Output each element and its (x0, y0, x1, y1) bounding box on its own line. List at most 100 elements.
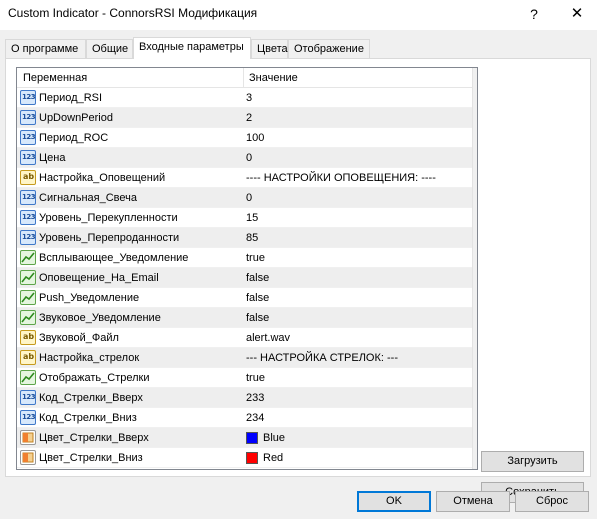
integer-type-icon: 123 (20, 130, 36, 145)
parameter-value[interactable]: true (246, 372, 265, 384)
tab-colors[interactable]: Цвета (251, 39, 288, 58)
color-swatch[interactable] (246, 452, 258, 464)
parameter-value[interactable]: false (246, 292, 269, 304)
title-bar: Custom Indicator - ConnorsRSI Модификаци… (0, 0, 597, 30)
parameter-name: Push_Уведомление (39, 292, 140, 304)
parameter-name: Всплывающее_Уведомление (39, 252, 189, 264)
integer-type-icon: 123 (20, 230, 36, 245)
parameter-value[interactable]: Red (263, 452, 283, 464)
parameter-value[interactable]: false (246, 272, 269, 284)
parameter-value[interactable]: 3 (246, 92, 252, 104)
boolean-type-icon (20, 250, 36, 265)
parameter-name: Уровень_Перекупленности (39, 212, 178, 224)
parameter-value[interactable]: 234 (246, 412, 264, 424)
boolean-type-icon (20, 310, 36, 325)
parameter-row[interactable]: 123 Уровень_Перепроданности 85 (17, 228, 472, 248)
parameter-row[interactable]: 123 Код_Стрелки_Вверх 233 (17, 388, 472, 408)
integer-type-icon-label: 123 (22, 393, 36, 401)
integer-type-icon: 123 (20, 110, 36, 125)
tab-about[interactable]: О программе (5, 39, 86, 58)
parameters-grid-body: Переменная Значение 123 Период_RSI 3 123 UpD… (17, 68, 472, 469)
column-header-value[interactable]: Значение (249, 72, 298, 84)
tab-inputs[interactable]: Входные параметры (133, 37, 251, 59)
cancel-button[interactable]: Отмена (436, 491, 510, 512)
parameter-value[interactable]: 15 (246, 212, 258, 224)
parameter-row[interactable]: 123 Сигнальная_Свеча 0 (17, 188, 472, 208)
parameter-name: UpDownPeriod (39, 112, 113, 124)
parameter-row[interactable]: 123 Период_ROC 100 (17, 128, 472, 148)
parameter-value[interactable]: 0 (246, 152, 252, 164)
boolean-type-icon (20, 370, 36, 385)
parameter-row[interactable]: 123 Цена 0 (17, 148, 472, 168)
parameter-name: Звуковой_Файл (39, 332, 119, 344)
inputs-panel: Переменная Значение 123 Период_RSI 3 123 UpD… (5, 58, 591, 503)
parameter-row[interactable]: 123 UpDownPeriod 2 (17, 108, 472, 128)
help-button[interactable]: ? (522, 3, 546, 25)
string-type-icon: ab (20, 350, 36, 365)
parameter-row[interactable]: ab Звуковой_Файл alert.wav (17, 328, 472, 348)
parameter-row[interactable]: 123 Уровень_Перекупленности 15 (17, 208, 472, 228)
window-title: Custom Indicator - ConnorsRSI Модификаци… (8, 6, 258, 20)
parameter-row[interactable]: Оповещение_На_Email false (17, 268, 472, 288)
parameter-row[interactable]: ab Настройка_стрелок --- НАСТРОЙКА СТРЕЛОК… (17, 348, 472, 368)
parameter-row[interactable]: ab Настройка_Оповещений ---- НАСТРОЙКИ ОПО… (17, 168, 472, 188)
reset-button[interactable]: Сброс (515, 491, 589, 512)
parameter-name: Настройка_стрелок (39, 352, 140, 364)
vertical-scrollbar[interactable] (472, 68, 477, 469)
tab-visualization[interactable]: Отображение (288, 39, 370, 58)
parameter-name: Код_Стрелки_Вверх (39, 392, 143, 404)
parameter-row[interactable]: Цвет_Стрелки_Вниз Red (17, 448, 472, 468)
integer-type-icon: 123 (20, 390, 36, 405)
column-header-variable[interactable]: Переменная (23, 72, 87, 84)
parameter-value[interactable]: ---- НАСТРОЙКИ ОПОВЕЩЕНИЯ: ---- (246, 172, 436, 184)
parameter-row[interactable]: Звуковое_Уведомление false (17, 308, 472, 328)
parameter-value[interactable]: true (246, 252, 265, 264)
integer-type-icon-label: 123 (22, 153, 36, 161)
parameter-value[interactable]: 100 (246, 132, 264, 144)
load-button[interactable]: Загрузить (481, 451, 584, 472)
parameter-value[interactable]: 233 (246, 392, 264, 404)
parameter-value[interactable]: Blue (263, 432, 285, 444)
integer-type-icon: 123 (20, 190, 36, 205)
string-type-icon: ab (20, 170, 36, 185)
column-divider (243, 68, 244, 88)
close-button[interactable]: ✕ (565, 3, 589, 25)
string-type-icon-label: ab (23, 352, 35, 361)
integer-type-icon-label: 123 (22, 93, 36, 101)
parameter-row[interactable]: 123 Код_Стрелки_Вниз 234 (17, 408, 472, 428)
parameter-value[interactable]: alert.wav (246, 332, 290, 344)
parameter-value[interactable]: 85 (246, 232, 258, 244)
tab-common[interactable]: Общие (86, 39, 133, 58)
color-swatch[interactable] (246, 432, 258, 444)
parameter-name: Код_Стрелки_Вниз (39, 412, 137, 424)
integer-type-icon-label: 123 (22, 233, 36, 241)
boolean-type-icon (20, 270, 36, 285)
parameter-value[interactable]: 0 (246, 192, 252, 204)
parameters-grid[interactable]: Переменная Значение 123 Период_RSI 3 123 UpD… (16, 67, 478, 470)
parameter-row[interactable]: Push_Уведомление false (17, 288, 472, 308)
parameter-name: Звуковое_Уведомление (39, 312, 161, 324)
parameter-row[interactable]: Всплывающее_Уведомление true (17, 248, 472, 268)
dialog-body: О программе Общие Входные параметры Цвет… (0, 30, 597, 519)
ok-button[interactable]: OK (357, 491, 431, 512)
parameter-row[interactable]: Отображать_Стрелки true (17, 368, 472, 388)
integer-type-icon-label: 123 (22, 133, 36, 141)
parameter-name: Цвет_Стрелки_Вниз (39, 452, 143, 464)
string-type-icon-label: ab (23, 172, 35, 181)
parameter-row[interactable]: Цвет_Стрелки_Вверх Blue (17, 428, 472, 448)
parameter-name: Цвет_Стрелки_Вверх (39, 432, 149, 444)
parameter-value[interactable]: 2 (246, 112, 252, 124)
parameter-name: Уровень_Перепроданности (39, 232, 180, 244)
parameter-row[interactable]: 123 Период_RSI 3 (17, 88, 472, 108)
parameter-value[interactable]: --- НАСТРОЙКА СТРЕЛОК: --- (246, 352, 398, 364)
integer-type-icon: 123 (20, 150, 36, 165)
parameter-name: Сигнальная_Свеча (39, 192, 137, 204)
parameter-name: Отображать_Стрелки (39, 372, 150, 384)
parameter-name: Период_RSI (39, 92, 103, 104)
parameter-name: Цена (39, 152, 66, 164)
string-type-icon: ab (20, 330, 36, 345)
integer-type-icon-label: 123 (22, 193, 36, 201)
parameter-value[interactable]: false (246, 312, 269, 324)
parameter-name: Настройка_Оповещений (39, 172, 166, 184)
integer-type-icon-label: 123 (22, 413, 36, 421)
